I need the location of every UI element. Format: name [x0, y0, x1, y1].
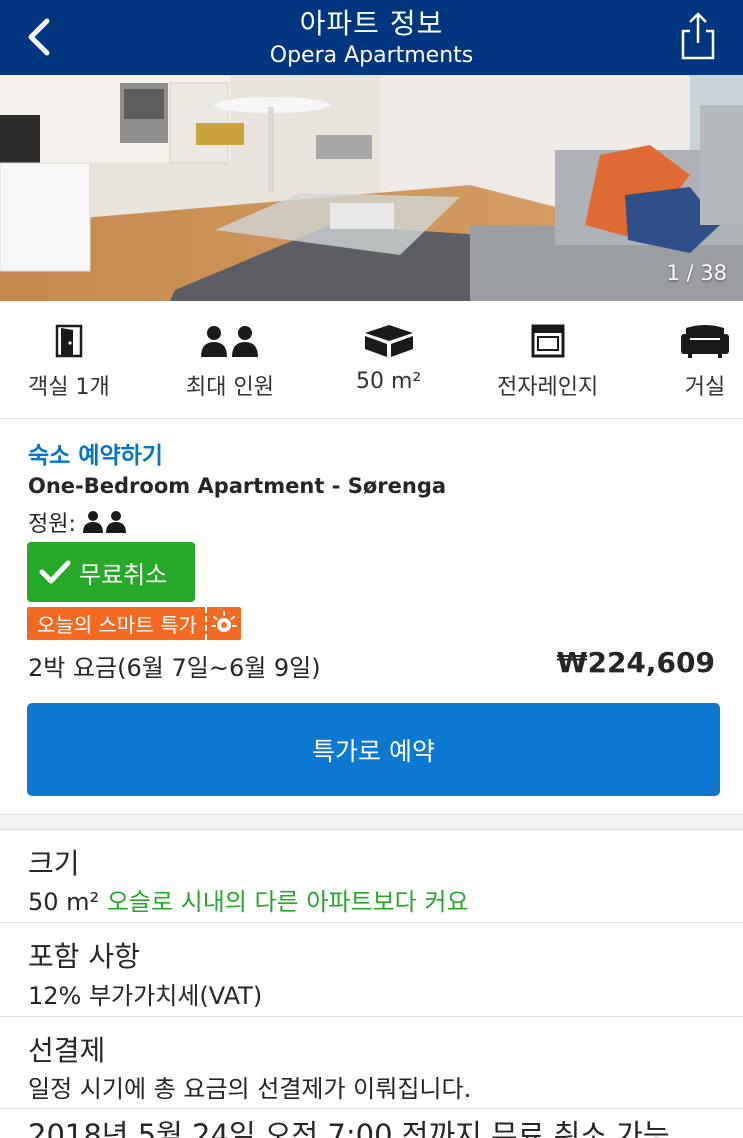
- size-title: 크기: [28, 847, 80, 880]
- facility-living-room[interactable]: 거실: [680, 321, 730, 401]
- property-name: Opera Apartments: [269, 43, 474, 68]
- section-divider: [0, 814, 743, 830]
- cube-icon: [364, 325, 413, 357]
- total-price: ₩224,609: [556, 646, 715, 679]
- facilities-bar: 객실 1개 최대 인원 50 m² 전자레인지 거실: [0, 301, 743, 419]
- facility-label: 50 m²: [356, 369, 422, 394]
- size-section: 크기 50 m² 오슬로 시내의 다른 아파트보다 커요: [0, 830, 743, 923]
- size-detail: 50 m² 오슬로 시내의 다른 아파트보다 커요: [28, 882, 469, 917]
- room-photo-image: [0, 75, 743, 301]
- facility-label: 전자레인지: [497, 375, 599, 400]
- checkmark-icon: [39, 560, 71, 584]
- size-note: 오슬로 시내의 다른 아파트보다 커요: [106, 888, 469, 916]
- facility-room-count[interactable]: 객실 1개: [28, 321, 110, 401]
- free-cancellation-badge: 무료취소: [27, 542, 195, 602]
- sofa-icon: [681, 325, 729, 358]
- facility-size[interactable]: 50 m²: [356, 321, 421, 394]
- room-photo[interactable]: 1 / 38: [0, 75, 743, 301]
- lightbulb-icon: [210, 610, 237, 632]
- door-icon: [55, 324, 83, 358]
- size-value: 50 m²: [28, 888, 100, 916]
- included-title: 포함 사항: [28, 940, 140, 973]
- people-icon: [82, 511, 126, 533]
- free-cancellation-label: 무료취소: [79, 560, 168, 589]
- included-section: 포함 사항 12% 부가가치세(VAT): [0, 923, 743, 1017]
- book-deal-button[interactable]: 특가로 예약: [27, 703, 720, 796]
- cancellation-deadline: 2018년 5월 24일 오전 7:00 전까지 무료 취소 가능: [28, 1118, 670, 1138]
- share-icon: [681, 12, 715, 60]
- stay-price-label: 2박 요금(6월 7일~6월 9일): [28, 654, 321, 682]
- book-property-link[interactable]: 숙소 예약하기: [28, 436, 163, 470]
- top-header: 아파트 정보 Opera Apartments: [0, 0, 743, 75]
- prepayment-title: 선결제: [28, 1034, 106, 1067]
- facility-label: 객실 1개: [28, 375, 110, 400]
- facility-microwave[interactable]: 전자레인지: [497, 321, 598, 401]
- facility-max-guests[interactable]: 최대 인원: [186, 321, 274, 401]
- facility-label: 거실: [684, 375, 726, 400]
- page-title: 아파트 정보: [299, 7, 444, 40]
- capacity-row: 정원:: [28, 506, 128, 538]
- share-button[interactable]: [675, 8, 721, 64]
- people-icon: [200, 326, 258, 357]
- prepayment-section: 선결제 일정 시기에 총 요금의 선결제가 이뤄집니다.: [0, 1017, 743, 1109]
- room-name: One-Bedroom Apartment - Sørenga: [28, 474, 447, 498]
- included-value: 12% 부가가치세(VAT): [28, 982, 263, 1010]
- facility-label: 최대 인원: [186, 375, 274, 400]
- prepayment-value: 일정 시기에 총 요금의 선결제가 이뤄집니다.: [28, 1075, 472, 1103]
- photo-counter: 1 / 38: [666, 261, 727, 285]
- smart-deal-badge: 오늘의 스마트 특가: [27, 607, 241, 640]
- capacity-label: 정원:: [28, 512, 76, 537]
- microwave-icon: [531, 324, 565, 358]
- smart-deal-label: 오늘의 스마트 특가: [37, 613, 197, 637]
